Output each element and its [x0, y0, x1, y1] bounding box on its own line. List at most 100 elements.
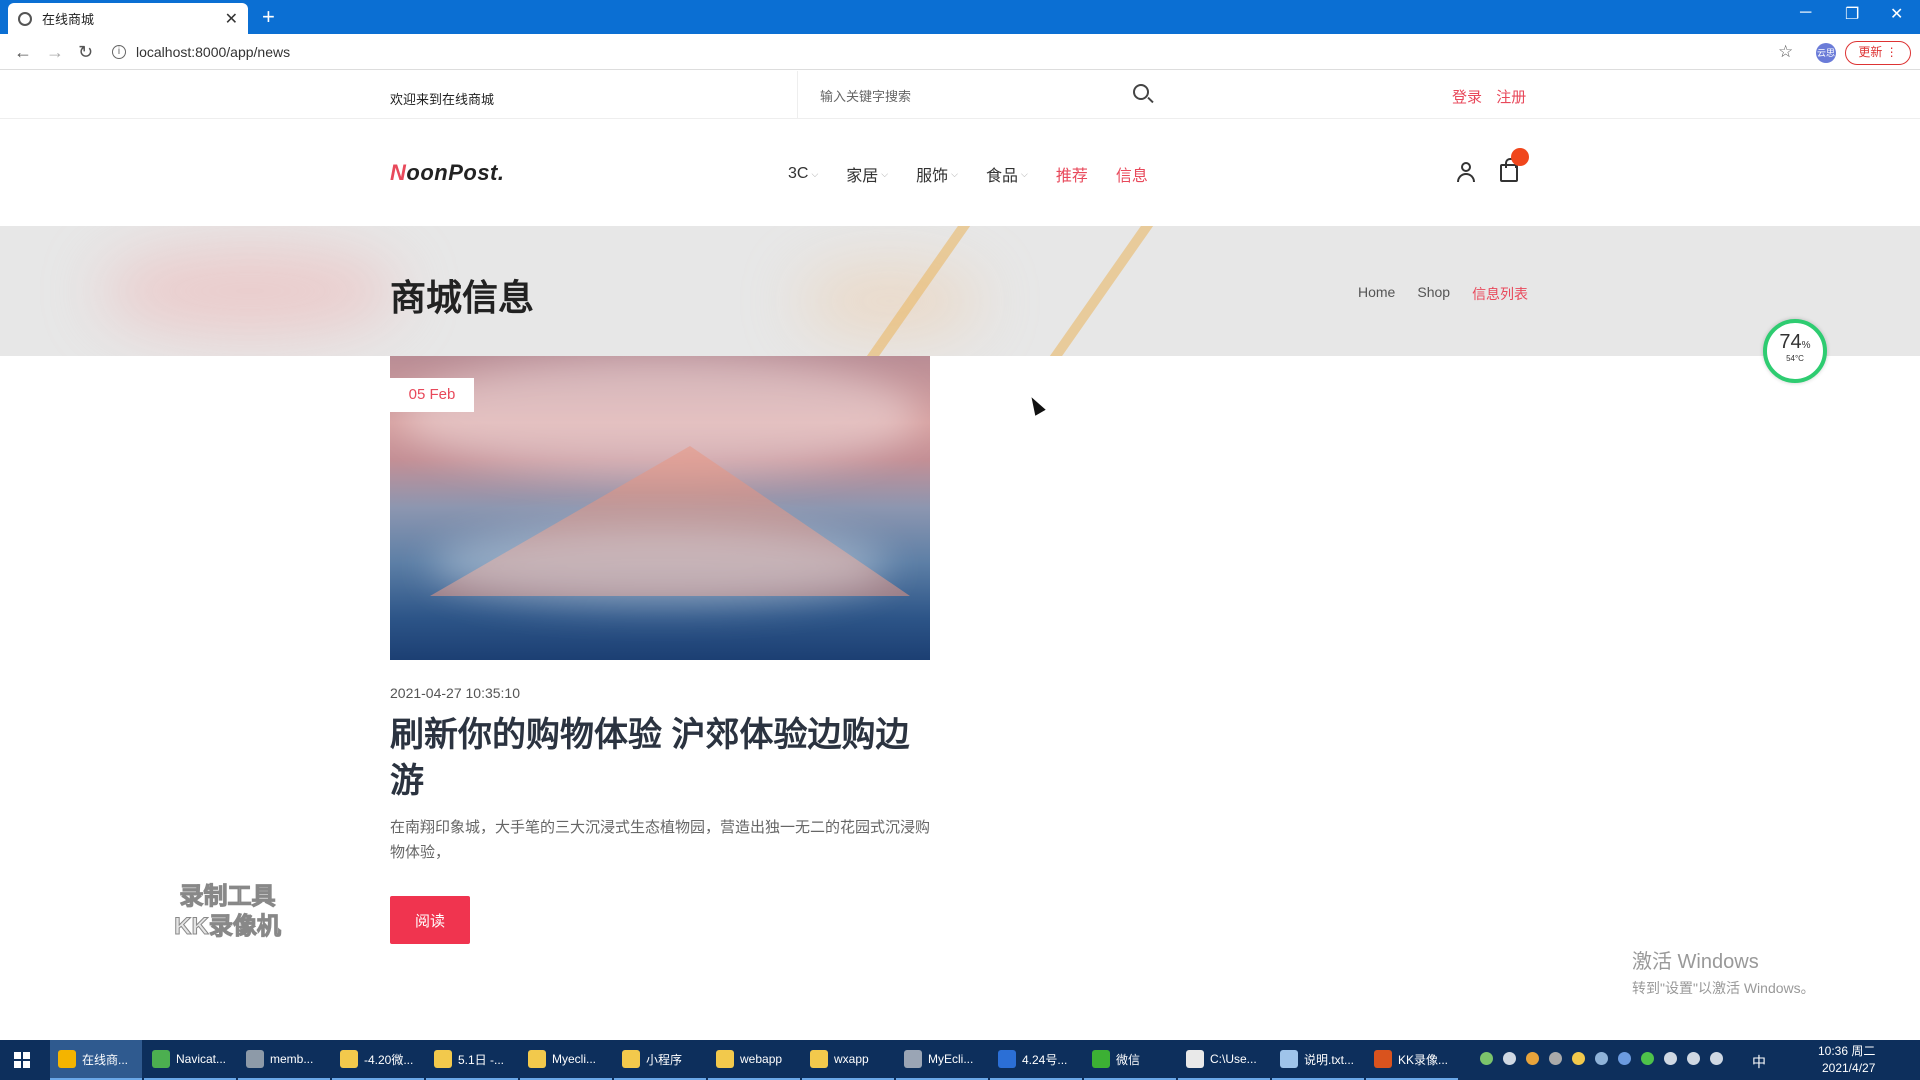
site-header: NoonPost. 3C ⌵ 家居 ⌵ 服饰 ⌵ 食品 ⌵ 推荐 信息	[0, 120, 1920, 226]
app-icon	[1280, 1050, 1298, 1068]
app-icon	[810, 1050, 828, 1068]
battery-icon	[1480, 1052, 1493, 1065]
taskbar-apps: 在线商... Navicat... memb... -4.20微... 5.1日 -..…	[50, 1040, 1460, 1080]
app-icon	[340, 1050, 358, 1068]
nav-label: 服饰	[916, 168, 949, 185]
site-top-strip: 欢迎来到在线商城 登录 注册	[0, 71, 1920, 119]
search-box	[797, 71, 1157, 119]
taskbar-task[interactable]: 在线商...	[50, 1040, 142, 1080]
user-icon[interactable]	[1457, 162, 1475, 182]
nav-item-home[interactable]: 家居 ⌵	[846, 162, 888, 186]
taskbar-clock[interactable]: 10:36 周二 2021/4/27	[1818, 1043, 1875, 1077]
taskbar-task[interactable]: 5.1日 -...	[426, 1040, 518, 1080]
network-icon	[1664, 1052, 1677, 1065]
browser-tab[interactable]: 在线商城 ✕	[8, 3, 248, 34]
taskbar-task[interactable]: Navicat...	[144, 1040, 236, 1080]
task-label: -4.20微...	[364, 1052, 414, 1067]
globe-icon	[18, 11, 32, 26]
nav-label: 信息	[1115, 168, 1148, 185]
taskbar-task[interactable]: MyEcli...	[896, 1040, 988, 1080]
nav-label: 3C	[788, 165, 809, 182]
task-label: 说明.txt...	[1304, 1052, 1355, 1067]
cart-icon[interactable]	[1500, 158, 1518, 182]
app-icon	[1092, 1050, 1110, 1068]
task-label: wxapp	[834, 1052, 869, 1066]
news-date-badge: 05 Feb	[390, 378, 474, 412]
close-tab-icon[interactable]: ✕	[225, 9, 238, 29]
app-icon	[998, 1050, 1016, 1068]
mouse-cursor-icon	[1026, 394, 1046, 416]
widget-percent: 74%	[1767, 331, 1823, 354]
breadcrumb: Home Shop 信息列表	[1358, 284, 1528, 304]
tray-app-icon	[1572, 1052, 1585, 1065]
welcome-text: 欢迎来到在线商城	[390, 92, 495, 107]
reload-icon[interactable]: ↻	[78, 42, 93, 63]
search-icon[interactable]	[1133, 84, 1149, 100]
taskbar-task[interactable]: 小程序	[614, 1040, 706, 1080]
address-bar: ← → ↻ i localhost:8000/app/news ☆ 云思 更新 …	[0, 34, 1920, 70]
taskbar-task[interactable]: Myecli...	[520, 1040, 612, 1080]
site-logo[interactable]: NoonPost.	[390, 160, 505, 186]
register-link[interactable]: 注册	[1496, 89, 1526, 106]
nav-item-3c[interactable]: 3C ⌵	[788, 162, 818, 186]
news-summary: 在南翔印象城，大手笔的三大沉浸式生态植物园，营造出独一无二的花园式沉浸购物体验，	[390, 819, 931, 861]
taskbar-task[interactable]: 说明.txt...	[1272, 1040, 1364, 1080]
recorder-line1: 录制工具	[179, 883, 276, 911]
taskbar-task[interactable]: C:\Use...	[1178, 1040, 1270, 1080]
nav-label: 推荐	[1055, 168, 1088, 185]
login-link[interactable]: 登录	[1452, 89, 1482, 106]
nav-item-food[interactable]: 食品 ⌵	[986, 162, 1028, 186]
url-text: localhost:8000/app/news	[136, 44, 291, 60]
nav-item-apparel[interactable]: 服饰 ⌵	[916, 162, 958, 186]
read-button[interactable]: 阅读	[390, 896, 470, 944]
profile-avatar[interactable]: 云思	[1816, 43, 1836, 63]
taskbar-task[interactable]: 微信	[1084, 1040, 1176, 1080]
close-window-icon[interactable]: ✕	[1890, 4, 1903, 24]
restore-icon[interactable]: ❐	[1845, 4, 1859, 24]
taskbar-task[interactable]: 4.24号...	[990, 1040, 1082, 1080]
app-icon	[246, 1050, 264, 1068]
taskbar-task[interactable]: KK录像...	[1366, 1040, 1458, 1080]
taskbar-task[interactable]: webapp	[708, 1040, 800, 1080]
taskbar-task[interactable]: memb...	[238, 1040, 330, 1080]
windows-start-icon[interactable]	[14, 1052, 30, 1068]
news-title[interactable]: 刷新你的购物体验 沪郊体验边购边游	[390, 712, 930, 804]
cart-badge	[1511, 148, 1529, 166]
minimize-icon[interactable]: ─	[1800, 4, 1811, 22]
task-label: Myecli...	[552, 1052, 597, 1066]
breadcrumb-home[interactable]: Home	[1358, 284, 1395, 304]
task-label: 5.1日 -...	[458, 1052, 505, 1067]
nav-item-recommend[interactable]: 推荐	[1056, 162, 1088, 186]
app-icon	[904, 1050, 922, 1068]
back-icon[interactable]: ←	[14, 42, 32, 63]
bookmark-star-icon[interactable]: ☆	[1778, 42, 1793, 62]
chevron-down-icon: ⌵	[951, 168, 958, 179]
chevron-down-icon: ⌵	[811, 168, 819, 179]
new-tab-button[interactable]: +	[262, 4, 275, 30]
taskbar-task[interactable]: wxapp	[802, 1040, 894, 1080]
app-icon	[622, 1050, 640, 1068]
task-label: webapp	[740, 1052, 783, 1066]
nav-item-news[interactable]: 信息	[1116, 162, 1148, 186]
breadcrumb-shop[interactable]: Shop	[1417, 284, 1450, 304]
app-icon	[528, 1050, 546, 1068]
forward-icon[interactable]: →	[46, 42, 64, 63]
update-label: 更新	[1858, 45, 1883, 59]
system-monitor-widget[interactable]: 74% 54°C	[1763, 319, 1827, 383]
news-timestamp: 2021-04-27 10:35:10	[390, 685, 520, 701]
ime-indicator[interactable]: 中	[1752, 1052, 1766, 1072]
app-icon	[716, 1050, 734, 1068]
taskbar-task[interactable]: -4.20微...	[332, 1040, 424, 1080]
clock-date: 2021/4/27	[1821, 1061, 1876, 1075]
task-label: KK录像...	[1398, 1052, 1449, 1067]
update-button[interactable]: 更新 ⋮	[1845, 41, 1911, 65]
app-icon	[1186, 1050, 1204, 1068]
url-field[interactable]: i localhost:8000/app/news	[112, 39, 1792, 65]
app-icon	[58, 1050, 76, 1068]
windows-activation-watermark: 激活 Windows 转到"设置"以激活 Windows。	[1632, 945, 1815, 998]
info-icon[interactable]: i	[112, 45, 126, 59]
tray-app-icon	[1618, 1052, 1631, 1065]
task-label: Navicat...	[176, 1052, 227, 1066]
search-input[interactable]	[820, 85, 1100, 107]
activation-line1: 激活 Windows	[1632, 951, 1759, 973]
